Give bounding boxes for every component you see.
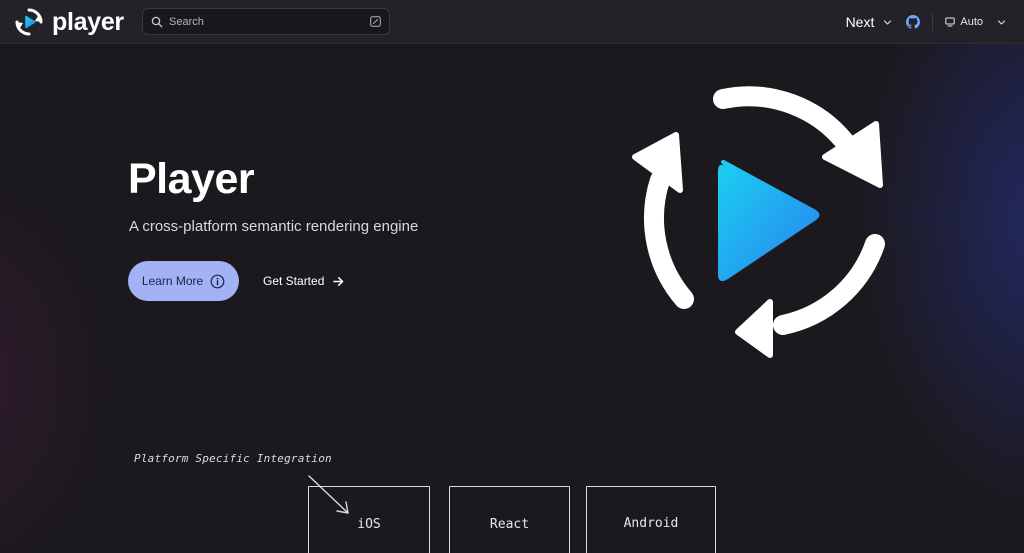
navbar-divider	[932, 13, 934, 31]
monitor-icon	[945, 17, 956, 27]
platform-box-android: Android	[586, 486, 716, 553]
platform-label: Android	[623, 516, 679, 531]
search-box[interactable]	[142, 8, 390, 35]
hero-subtitle: A cross-platform semantic rendering engi…	[129, 218, 419, 235]
page: player Next	[0, 0, 1024, 553]
theme-label: Auto	[960, 16, 983, 28]
theme-toggle[interactable]: Auto	[945, 16, 983, 28]
learn-more-label: Learn More	[141, 274, 204, 288]
search-input[interactable]	[169, 11, 370, 32]
chevron-down-icon[interactable]	[997, 18, 1006, 27]
search-icon	[151, 16, 163, 27]
navbar-right: Next Auto	[846, 0, 1006, 44]
platform-box-ios: iOS	[308, 486, 430, 553]
get-started-label: Get Started	[263, 274, 325, 288]
learn-more-button[interactable]: Learn More	[128, 261, 239, 301]
platform-label: React	[489, 517, 530, 532]
hero-title: Player	[128, 155, 255, 203]
play-cycle-logo-icon	[15, 8, 43, 36]
platform-label: iOS	[357, 517, 381, 532]
arrow-right-icon	[333, 276, 344, 286]
brand-name: player	[52, 8, 124, 36]
chevron-down-icon[interactable]	[883, 18, 892, 27]
info-icon	[210, 274, 225, 288]
github-icon[interactable]	[906, 15, 921, 29]
keyboard-shortcut-icon	[370, 16, 381, 27]
get-started-button[interactable]: Get Started	[263, 272, 344, 290]
diagram-caption: Platform Specific Integration	[134, 452, 332, 465]
brand-home-link[interactable]: player	[14, 6, 124, 38]
platform-box-react: React	[449, 486, 570, 553]
version-dropdown[interactable]: Next	[846, 14, 875, 30]
navbar: player Next	[0, 0, 1024, 44]
player-cycle-illustration-icon	[632, 86, 885, 358]
